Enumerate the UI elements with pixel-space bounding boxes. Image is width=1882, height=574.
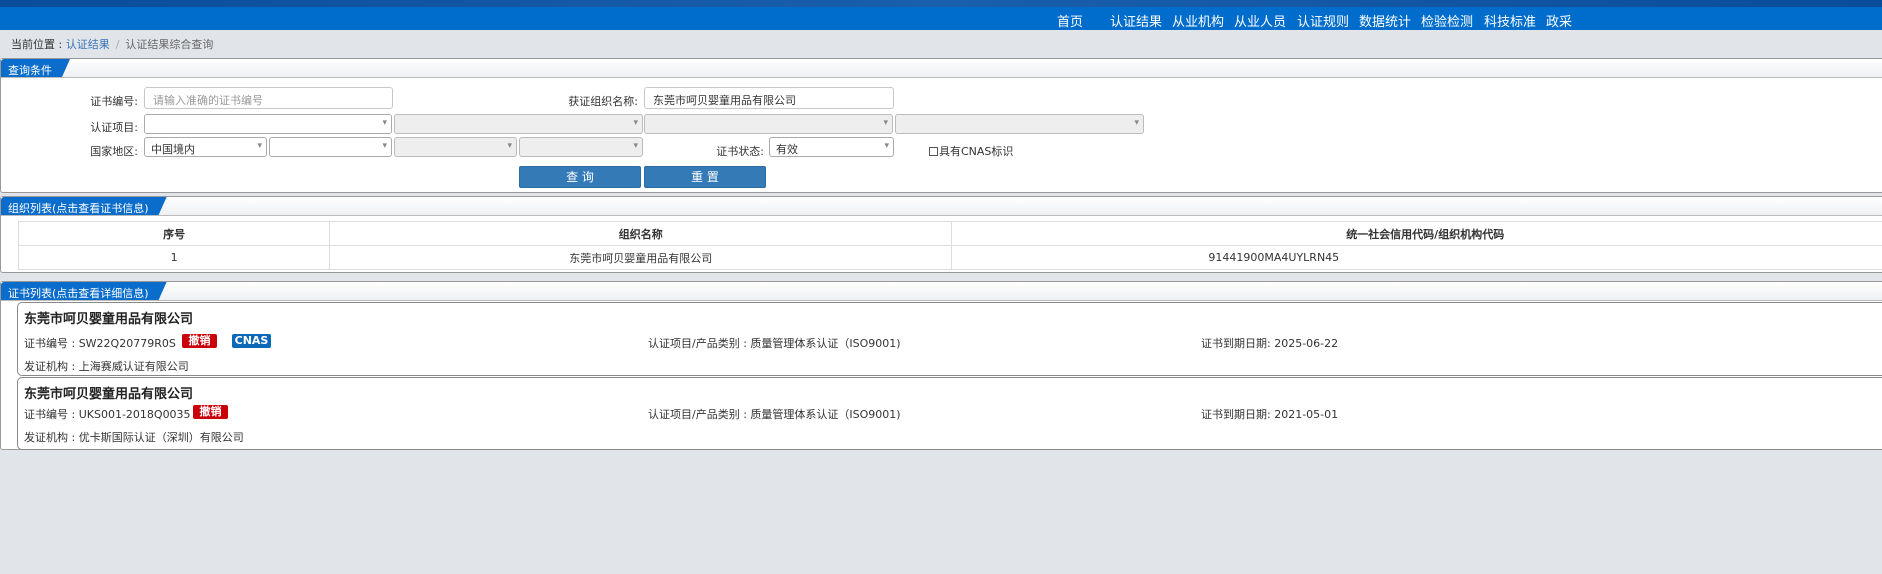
org-list-panel: 组织列表(点击查看证书信息) 序号 组织名称 统一社会信用代码/组织机构代码 1… [0,196,1882,273]
region-select-2[interactable] [269,137,392,157]
panel-title: 查询条件 [1,59,70,77]
top-banner [0,0,1882,7]
cert-issuer: 发证机构 : 上海赛威认证有限公司 [24,360,189,373]
nav-procurement[interactable]: 政采 [1546,11,1572,30]
nav-rules[interactable]: 认证规则 [1297,11,1349,30]
col-org-name: 组织名称 [329,221,953,246]
panel-header [1,282,1882,301]
cert-expiry: 证书到期日期: 2021-05-01 [1201,408,1339,421]
col-index: 序号 [17,221,331,246]
cert-org-name: 东莞市呵贝婴童用品有限公司 [24,312,194,327]
nav-statistics[interactable]: 数据统计 [1359,11,1411,30]
cert-item-select-3[interactable] [644,114,893,134]
cert-number: 证书编号 : UKS001-2018Q0035 [24,408,191,421]
revoked-badge: 撤销 [182,334,217,348]
region-label: 国家地区: [90,145,138,158]
main-nav: 首页 认证结果 从业机构 从业人员 认证规则 数据统计 检验检测 科技标准 政采 [0,7,1882,30]
nav-institutions[interactable]: 从业机构 [1172,11,1224,30]
cert-org-name: 东莞市呵贝婴童用品有限公司 [24,387,194,402]
cnas-label: 具有CNAS标识 [939,145,1014,158]
cert-item-select-2[interactable] [394,114,643,134]
table-header: 序号 组织名称 统一社会信用代码/组织机构代码 [17,221,1882,246]
breadcrumb-prefix: 当前位置 : [11,38,63,51]
breadcrumb: 当前位置 : 认证结果 / 认证结果综合查询 [11,36,213,52]
status-label: 证书状态: [716,145,764,158]
cert-item: 认证项目/产品类别 : 质量管理体系认证（ISO9001) [648,337,901,350]
search-button[interactable]: 查 询 [519,166,641,188]
panel-header [1,197,1882,216]
cell-credit-code: 91441900MA4UYLRN45 [951,245,1882,270]
cert-no-label: 证书编号: [90,95,138,108]
cert-number: 证书编号 : SW22Q20779R0S [24,337,176,350]
nav-standards[interactable]: 科技标准 [1484,11,1536,30]
breadcrumb-sep: / [115,38,120,51]
panel-title: 证书列表(点击查看详细信息) [1,282,167,300]
status-select[interactable]: 有效 [769,137,894,157]
cert-card[interactable]: 东莞市呵贝婴童用品有限公司 证书编号 : SW22Q20779R0S 撤销 CN… [17,302,1882,376]
panel-title: 组织列表(点击查看证书信息) [1,197,167,215]
table-row[interactable]: 1 东莞市呵贝婴童用品有限公司 91441900MA4UYLRN45 [17,245,1882,270]
nav-personnel[interactable]: 从业人员 [1234,11,1286,30]
cell-org-name[interactable]: 东莞市呵贝婴童用品有限公司 [329,245,953,270]
cert-item: 认证项目/产品类别 : 质量管理体系认证（ISO9001) [648,408,901,421]
nav-inspection[interactable]: 检验检测 [1421,11,1473,30]
nav-cert-results[interactable]: 认证结果 [1110,11,1162,30]
cnas-badge: CNAS [232,334,271,348]
query-panel: 查询条件 证书编号: 请输入准确的证书编号 获证组织名称: 东莞市呵贝婴童用品有… [0,58,1882,193]
breadcrumb-link[interactable]: 认证结果 [66,38,110,51]
cell-index: 1 [17,245,331,270]
cert-card[interactable]: 东莞市呵贝婴童用品有限公司 证书编号 : UKS001-2018Q0035 撤销… [17,377,1882,450]
cert-item-select-4[interactable] [895,114,1144,134]
cert-no-input[interactable]: 请输入准确的证书编号 [144,87,393,109]
cert-expiry: 证书到期日期: 2025-06-22 [1201,337,1339,350]
cnas-checkbox[interactable]: 具有CNAS标识 [929,143,1013,159]
region-select-3[interactable] [394,137,517,157]
nav-home[interactable]: 首页 [1057,11,1083,30]
cert-item-label: 认证项目: [90,121,138,134]
org-table: 序号 组织名称 统一社会信用代码/组织机构代码 1 东莞市呵贝婴童用品有限公司 … [17,221,1882,270]
revoked-badge: 撤销 [193,405,228,419]
reset-button[interactable]: 重 置 [644,166,766,188]
col-credit-code: 统一社会信用代码/组织机构代码 [951,221,1882,246]
org-label: 获证组织名称: [568,95,638,108]
breadcrumb-current: 认证结果综合查询 [125,38,214,51]
panel-header [1,59,1882,78]
cert-item-select-1[interactable] [144,114,392,134]
cert-issuer: 发证机构 : 优卡斯国际认证（深圳）有限公司 [24,431,244,444]
region-select-1[interactable]: 中国境内 [144,137,267,157]
region-select-4[interactable] [519,137,643,157]
checkbox-icon[interactable] [929,147,938,156]
org-name-input[interactable]: 东莞市呵贝婴童用品有限公司 [644,87,894,109]
